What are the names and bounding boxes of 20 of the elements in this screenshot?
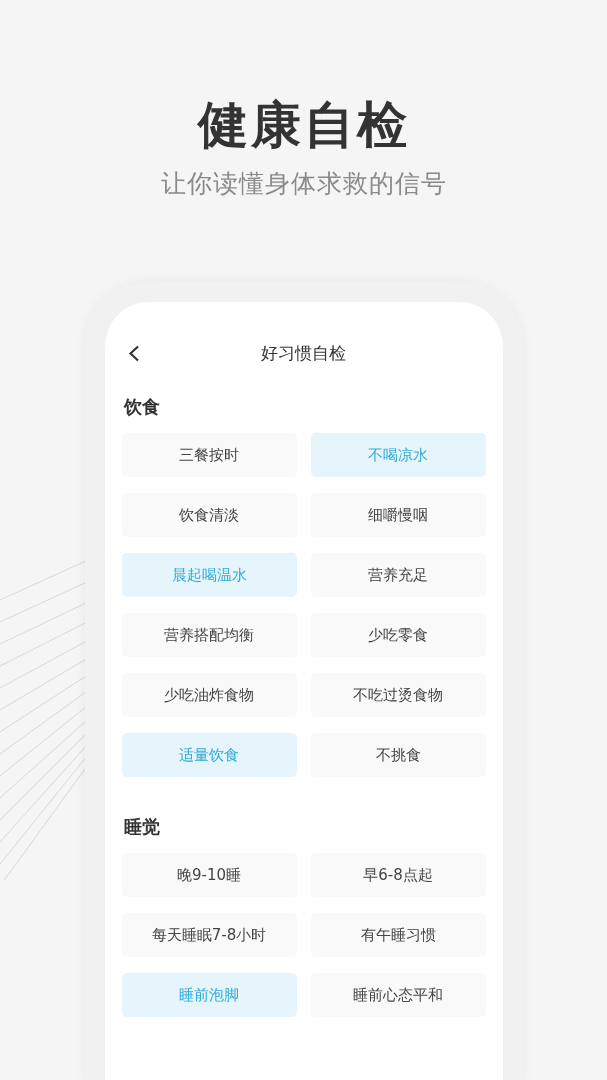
headline: 健康自检 [197,95,410,155]
habit-option[interactable]: 早6-8点起 [310,853,486,897]
habit-option[interactable]: 三餐按时 [121,433,297,477]
habit-option[interactable]: 营养充足 [310,553,486,597]
habit-option[interactable]: 睡前心态平和 [310,973,486,1017]
section-title: 睡觉 [122,815,161,839]
habit-option[interactable]: 不吃过烫食物 [310,673,486,717]
screen-title: 好习惯自检 [261,342,346,365]
section-title: 饮食 [122,395,161,419]
habit-option[interactable]: 有午睡习惯 [310,913,486,957]
habit-option[interactable]: 晚9-10睡 [121,853,297,897]
habit-option[interactable]: 每天睡眠7-8小时 [121,913,297,957]
habit-option[interactable]: 营养搭配均衡 [121,613,297,657]
subtitle: 让你读懂身体求救的信号 [160,168,447,200]
habit-option[interactable]: 不挑食 [310,733,486,777]
habit-option[interactable]: 细嚼慢咽 [310,493,486,537]
habit-option[interactable]: 少吃油炸食物 [121,673,297,717]
habit-option[interactable]: 饮食清淡 [121,493,297,537]
habit-option[interactable]: 少吃零食 [310,613,486,657]
back-icon[interactable] [127,345,140,362]
